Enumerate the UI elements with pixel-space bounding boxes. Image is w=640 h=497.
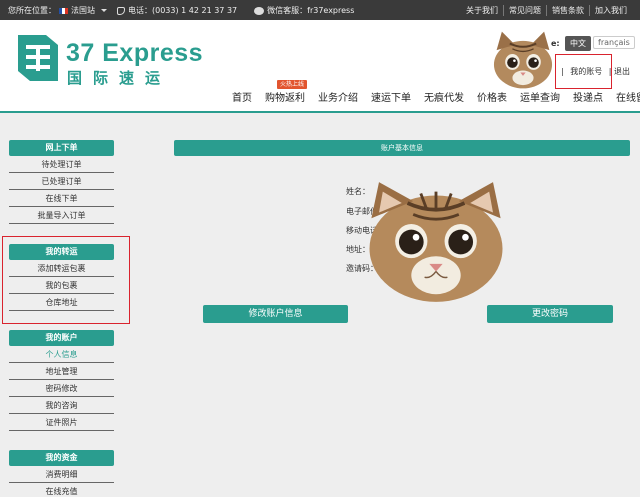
sidebar-item-spending-details[interactable]: 消费明细: [9, 466, 114, 483]
top-bar: 您所在位置： 法国站 电话：(0033) 1 42 21 37 37 微信客服：…: [0, 0, 640, 20]
logo-text-cn[interactable]: 国际速运: [67, 67, 171, 88]
chevron-down-icon[interactable]: [101, 9, 107, 12]
phone-number: 电话：(0033) 1 42 21 37 37: [128, 6, 238, 15]
sidebar-section-title[interactable]: 网上下单: [9, 140, 114, 156]
sidebar-section-orders: 网上下单 待处理订单 已处理订单 在线下单 批量导入订单: [9, 140, 114, 224]
account-info-title: 账户基本信息: [174, 140, 630, 156]
top-link-join[interactable]: 加入我们: [589, 5, 632, 16]
change-password-button[interactable]: 更改密码: [487, 305, 613, 323]
phone-icon: [117, 6, 125, 15]
sidebar-item-online-topup[interactable]: 在线充值: [9, 483, 114, 497]
sidebar-item-address-management[interactable]: 地址管理: [9, 363, 114, 380]
nav-item-message[interactable]: 在线留言: [616, 89, 640, 104]
nav-item-home[interactable]: 首页: [232, 89, 252, 104]
my-account-link[interactable]: 我的账号: [570, 67, 602, 76]
sidebar-item-online-order[interactable]: 在线下单: [9, 190, 114, 207]
nav-item-label: 购物返利: [265, 93, 305, 104]
france-flag-icon: [59, 7, 68, 14]
sidebar-section-account: 我的账户 个人信息 地址管理 密码修改 我的咨询 证件照片: [9, 330, 114, 431]
language-chinese-button[interactable]: 中文: [565, 36, 591, 51]
edit-account-button[interactable]: 修改账户信息: [203, 305, 348, 323]
sidebar-item-change-password[interactable]: 密码修改: [9, 380, 114, 397]
sidebar-item-id-photos[interactable]: 证件照片: [9, 414, 114, 431]
sidebar-section-funds: 我的资金 消费明细 在线充值: [9, 450, 114, 497]
region-selector[interactable]: 法国站: [71, 5, 95, 16]
sidebar-section-title[interactable]: 我的账户: [9, 330, 114, 346]
sidebar-item-pending-orders[interactable]: 待处理订单: [9, 156, 114, 173]
sidebar-item-personal-info[interactable]: 个人信息: [9, 346, 114, 363]
top-links: 关于我们 常见问题 销售条款 加入我们: [461, 5, 632, 16]
logo-icon[interactable]: [14, 33, 62, 83]
top-bar-left: 您所在位置： 法国站 电话：(0033) 1 42 21 37 37 微信客服：…: [8, 5, 357, 16]
top-link-about[interactable]: 关于我们: [461, 5, 503, 16]
hot-badge: 火热上线: [277, 80, 308, 89]
sidebar-item-processed-orders[interactable]: 已处理订单: [9, 173, 114, 190]
main-nav: 首页 购物返利 火热上线 业务介绍 速运下单 无痕代发 价格表 运单查询 投递点 …: [232, 80, 640, 104]
sidebar-section-title[interactable]: 我的资金: [9, 450, 114, 466]
nav-item-dropship[interactable]: 无痕代发: [424, 89, 464, 104]
transfer-section-highlight: [2, 236, 130, 324]
nav-item-prices[interactable]: 价格表: [477, 89, 507, 104]
cat-image: [369, 182, 503, 302]
account-links: | 我的账号 |: [561, 66, 616, 77]
top-link-faq[interactable]: 常见问题: [503, 5, 546, 16]
nav-item-dropoff[interactable]: 投递点: [573, 89, 603, 104]
sidebar-item-my-inquiries[interactable]: 我的咨询: [9, 397, 114, 414]
nav-item-order[interactable]: 速运下单: [371, 89, 411, 104]
separator: |: [561, 67, 564, 76]
sidebar-item-bulk-import[interactable]: 批量导入订单: [9, 207, 114, 224]
logout-link[interactable]: 退出: [614, 66, 630, 77]
language-french-button[interactable]: français: [593, 36, 635, 49]
cat-image: [493, 31, 553, 89]
location-label: 您所在位置：: [8, 6, 56, 15]
top-link-terms[interactable]: 销售条款: [546, 5, 589, 16]
nav-item-rebate[interactable]: 购物返利 火热上线: [265, 80, 308, 104]
logo-text-en[interactable]: 37 Express: [66, 39, 203, 68]
separator: |: [608, 67, 612, 76]
nav-item-tracking[interactable]: 运单查询: [520, 89, 560, 104]
wechat-icon: [254, 6, 265, 15]
nav-item-services[interactable]: 业务介绍: [318, 89, 358, 104]
wechat-contact: 微信客服：fr37express: [267, 6, 355, 15]
